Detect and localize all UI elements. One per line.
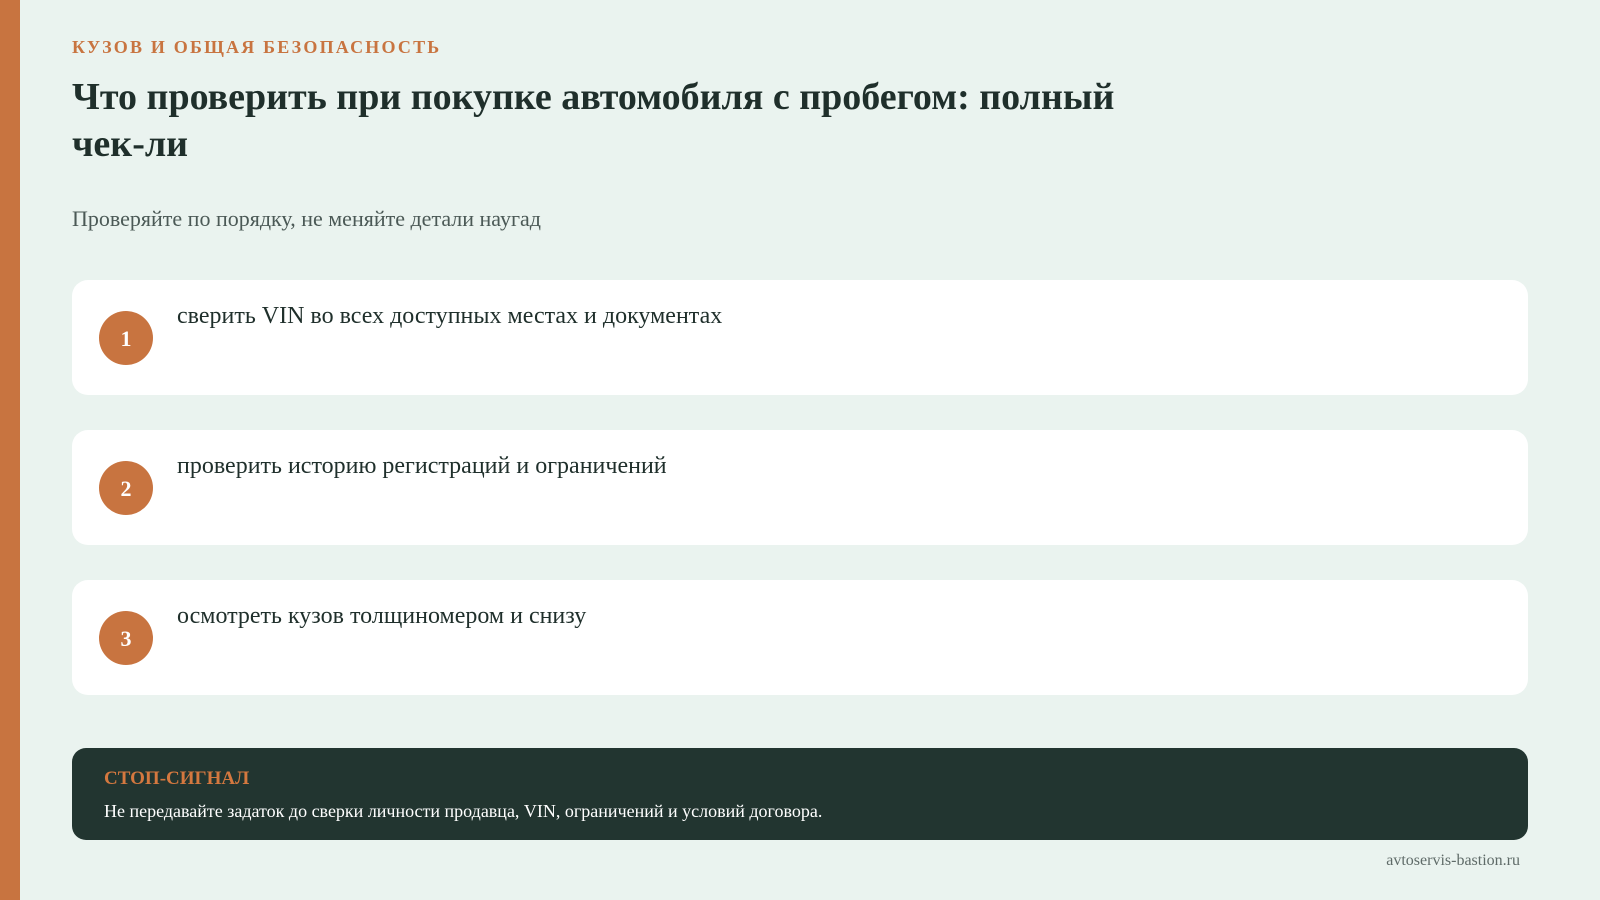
slide: КУЗОВ И ОБЩАЯ БЕЗОПАСНОСТЬ Что проверить… xyxy=(0,0,1600,900)
step-number-badge: 3 xyxy=(99,611,153,665)
checklist-item: 2 проверить историю регистраций и ограни… xyxy=(72,430,1528,545)
checklist-item: 3 осмотреть кузов толщиномером и снизу xyxy=(72,580,1528,695)
section-eyebrow: КУЗОВ И ОБЩАЯ БЕЗОПАСНОСТЬ xyxy=(72,37,442,57)
accent-bar xyxy=(0,0,20,900)
page-title: Что проверить при покупке автомобиля с п… xyxy=(72,76,1115,165)
site-footer-url: avtoservis-bastion.ru xyxy=(1386,852,1520,869)
stop-signal-title: СТОП-СИГНАЛ xyxy=(104,768,250,789)
stop-signal-panel: СТОП-СИГНАЛ Не передавайте задаток до св… xyxy=(72,748,1528,840)
step-text: осмотреть кузов толщиномером и снизу xyxy=(177,603,587,629)
checklist: 1 сверить VIN во всех доступных местах и… xyxy=(72,280,1528,730)
stop-signal-text: Не передавайте задаток до сверки личност… xyxy=(104,801,823,821)
checklist-item: 1 сверить VIN во всех доступных местах и… xyxy=(72,280,1528,395)
step-text: проверить историю регистраций и ограниче… xyxy=(177,453,667,479)
step-text: сверить VIN во всех доступных местах и д… xyxy=(177,303,723,329)
page-subtitle: Проверяйте по порядку, не меняйте детали… xyxy=(72,206,541,231)
step-number-badge: 2 xyxy=(99,461,153,515)
step-number-badge: 1 xyxy=(99,311,153,365)
